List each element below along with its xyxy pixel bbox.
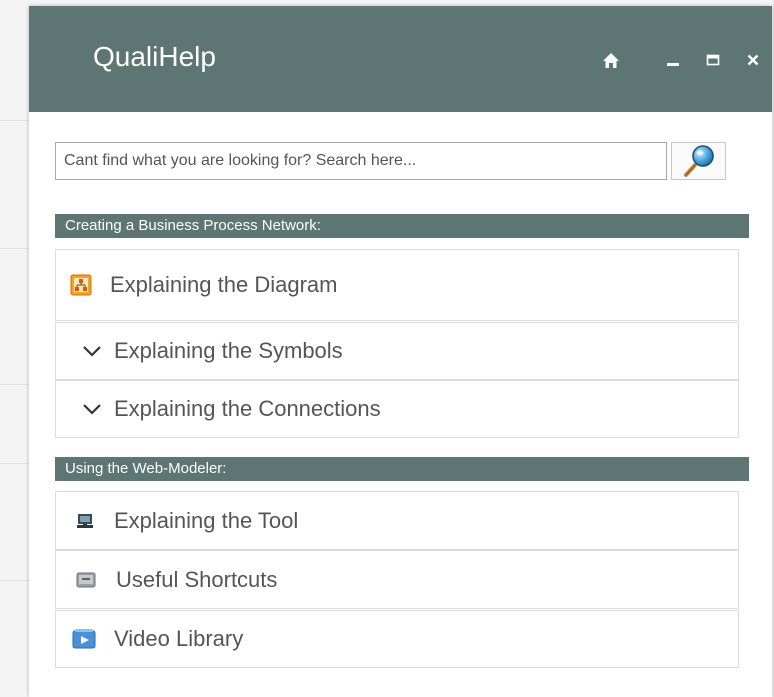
search-input[interactable] [55,142,667,180]
background-line [0,580,30,581]
minimize-button[interactable] [659,46,687,74]
background-line [0,463,30,464]
background-line [0,248,30,249]
item-video-library[interactable]: Video Library [55,610,739,668]
ctrl-key-icon [76,572,96,588]
minimize-icon [667,63,679,66]
help-window: QualiHelp Cant find what you are looking… [29,6,772,697]
magnifier-icon [683,145,714,177]
item-explaining-symbols[interactable]: Explaining the Symbols [55,322,739,380]
tool-icon [76,512,94,530]
section-header-business-process: Creating a Business Process Network: [55,214,749,238]
window-title: QualiHelp [93,41,216,72]
close-button[interactable] [739,46,767,74]
home-icon [603,52,619,68]
background-line [0,120,30,121]
title-bar[interactable]: QualiHelp [29,6,772,112]
chevron-down-icon [82,403,102,415]
item-explaining-connections[interactable]: Explaining the Connections [55,380,739,438]
item-label: Explaining the Connections [114,396,381,421]
item-explaining-diagram[interactable]: Explaining the Diagram [55,249,739,321]
item-explaining-tool[interactable]: Explaining the Tool [55,491,739,550]
close-icon [747,54,759,66]
item-label: Explaining the Symbols [114,338,343,363]
item-label: Explaining the Tool [114,507,299,533]
item-label: Explaining the Diagram [110,272,338,297]
chevron-down-icon [82,345,102,357]
home-button[interactable] [597,46,625,74]
maximize-icon [706,54,720,66]
search-button[interactable] [671,142,726,180]
maximize-button[interactable] [699,46,727,74]
section-header-web-modeler: Using the Web-Modeler: [55,457,749,481]
item-useful-shortcuts[interactable]: Useful Shortcuts [55,550,739,609]
video-icon [72,628,96,650]
diagram-icon [70,274,92,296]
background-line [0,384,30,385]
item-label: Video Library [114,626,244,651]
item-label: Useful Shortcuts [116,566,278,592]
